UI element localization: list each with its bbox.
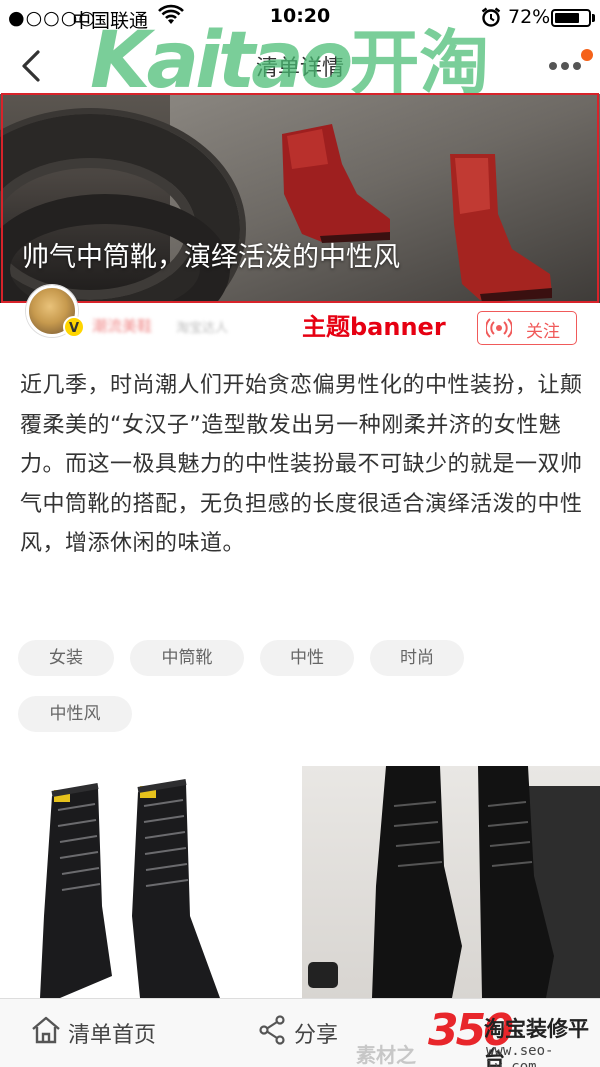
broadcast-icon <box>486 318 512 338</box>
list-description: 近几季，时尚潮人们开始贪恋偏男性化的中性装扮，让颠覆柔美的“女汉子”造型散发出另… <box>20 373 583 556</box>
verified-badge: V <box>63 316 85 338</box>
home-tab-label[interactable]: 清单首页 <box>68 1017 156 1049</box>
home-icon[interactable] <box>30 1015 62 1045</box>
author-role: 淘宝达人 <box>176 321 229 336</box>
bottom-toolbar: 清单首页 分享 素材之 350 淘宝装修平台 www.seo-lv.com <box>0 998 600 1067</box>
share-icon[interactable] <box>258 1015 286 1045</box>
battery-percent: 72% <box>508 6 551 28</box>
theme-banner[interactable]: 帅气中筒靴，演绎活泼的中性风 <box>0 94 600 303</box>
battery-nub <box>592 14 595 22</box>
red-boot-graphic <box>282 124 390 243</box>
product-gallery <box>0 766 600 998</box>
author-row: V 潮流美鞋 淘宝达人 主题banner 关注 <box>0 285 600 345</box>
red-boot-graphic <box>450 154 552 302</box>
follow-label: 关注 <box>526 322 560 342</box>
kaitao-watermark-logo: Kaitao开淘 <box>90 22 489 100</box>
share-tab-label[interactable]: 分享 <box>294 1017 338 1049</box>
banner-annotation: 主题banner <box>302 313 446 341</box>
sucai-watermark: 素材之 <box>356 1043 416 1067</box>
follow-button[interactable]: 关注 <box>477 311 577 345</box>
watermark-cn: 开淘 <box>349 22 490 104</box>
watermark-latin: Kaitao <box>90 16 353 106</box>
banner-title: 帅气中筒靴，演绎活泼的中性风 <box>22 242 400 273</box>
tag-item[interactable]: 时尚 <box>370 640 464 676</box>
author-name[interactable]: 潮流美鞋 <box>92 315 152 336</box>
tag-item[interactable]: 女装 <box>18 640 114 676</box>
product-image[interactable] <box>302 766 600 998</box>
tag-item[interactable]: 中筒靴 <box>130 640 244 676</box>
tag-item[interactable]: 中性 <box>260 640 354 676</box>
battery-icon <box>551 9 591 27</box>
product-image[interactable] <box>0 766 296 998</box>
notification-dot <box>581 49 593 61</box>
watermark-url: www.seo-lv.com <box>486 1043 554 1067</box>
ellipsis-icon[interactable] <box>546 56 586 76</box>
tag-item[interactable]: 中性风 <box>18 696 132 732</box>
